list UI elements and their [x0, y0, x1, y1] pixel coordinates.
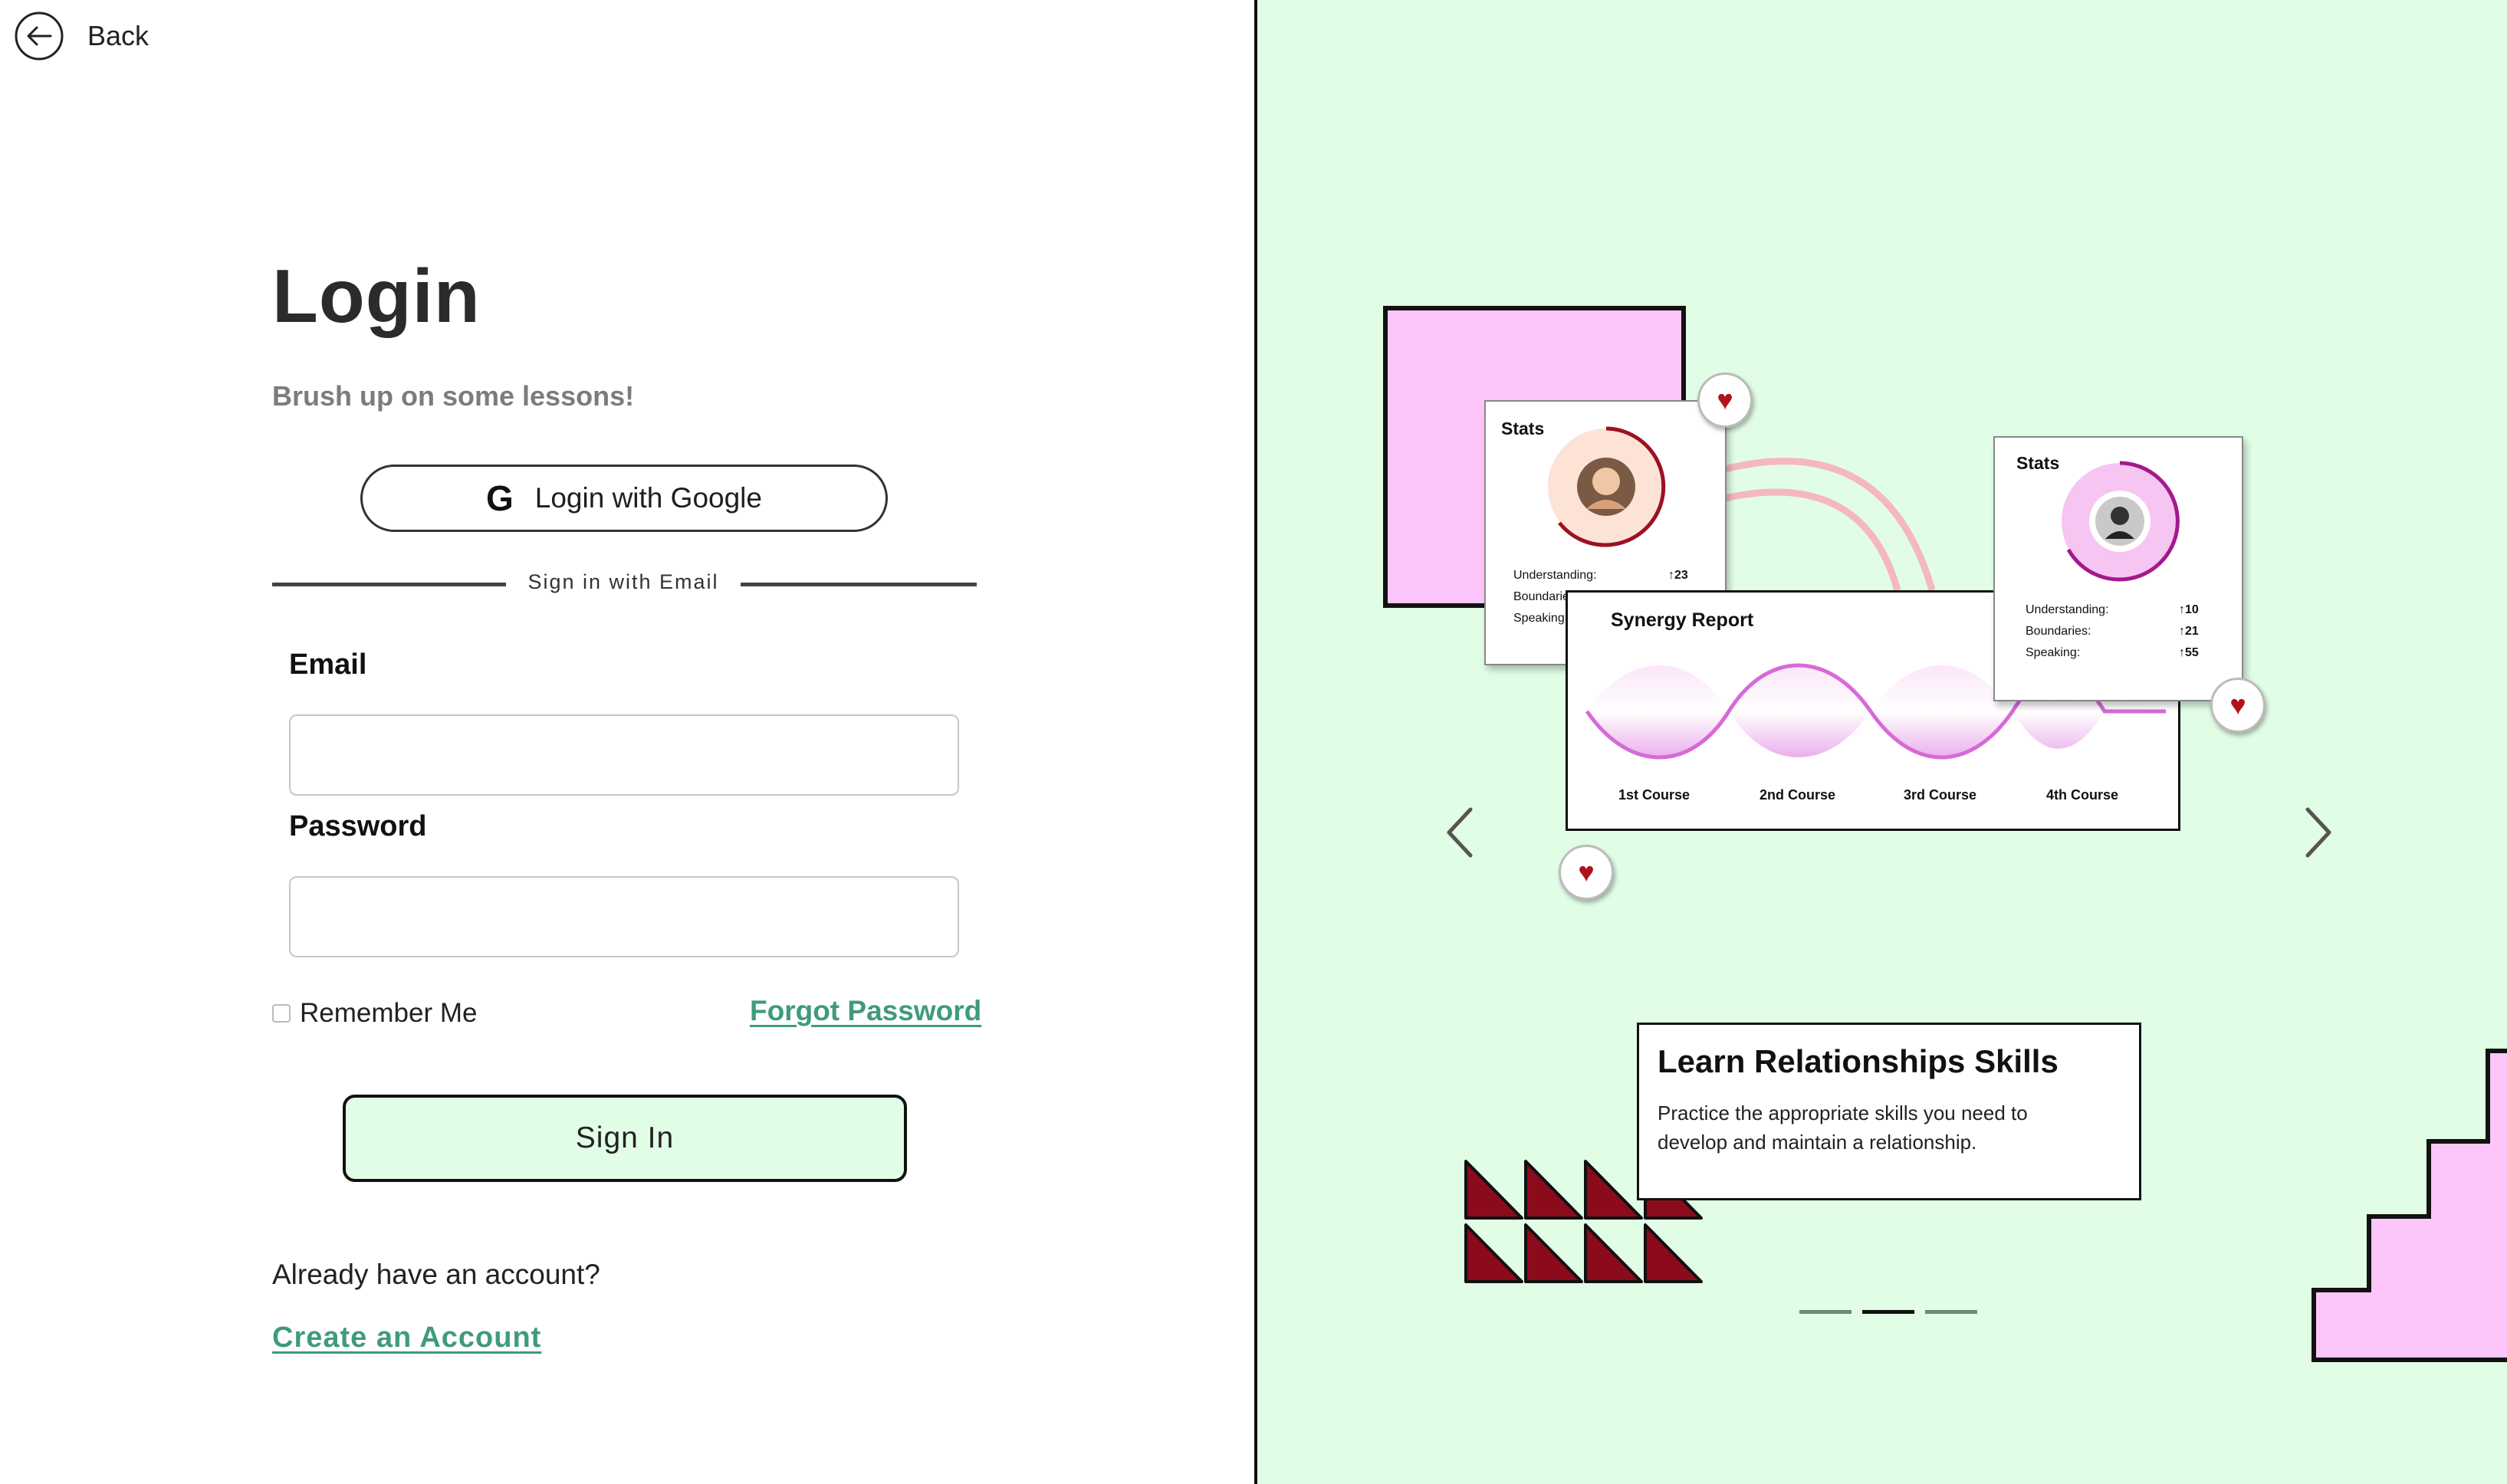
course-label-3: 3rd Course [1904, 787, 1977, 803]
heart-icon: ♥ [1697, 373, 1753, 428]
carousel-indicator-1[interactable] [1799, 1310, 1852, 1314]
remember-me-checkbox[interactable] [272, 1004, 291, 1023]
synergy-report-title: Synergy Report [1611, 609, 1754, 631]
stats-card-2-title: Stats [2016, 453, 2060, 473]
email-field[interactable] [289, 714, 959, 796]
remember-me-label: Remember Me [300, 998, 478, 1028]
create-account-link[interactable]: Create an Account [272, 1321, 541, 1354]
login-panel: Back Login Brush up on some lessons! G L… [0, 0, 1254, 1484]
back-label: Back [87, 20, 150, 51]
sign-in-button[interactable]: Sign In [343, 1095, 907, 1182]
stats-2-boundaries-label: Boundaries: [2026, 625, 2091, 638]
password-label: Password [289, 810, 427, 842]
google-icon: G [486, 478, 514, 518]
pink-staircase [2312, 1049, 2507, 1362]
stats-card-1-title: Stats [1501, 419, 1545, 438]
stats-1-speaking-label: Speaking: [1513, 612, 1569, 625]
stats-2-speaking-value: ↑55 [2179, 646, 2199, 659]
ring-inner [1724, 488, 1901, 592]
heart-icon: ♥ [1559, 845, 1614, 900]
google-login-label: Login with Google [534, 482, 762, 514]
divider-label: Sign in with Email [527, 570, 719, 593]
page-title: Login [272, 254, 481, 338]
feature-card: Learn Relationships Skills Practice the … [1637, 1023, 2141, 1200]
avatar-ring-2 [2062, 461, 2180, 582]
heart-icon: ♥ [2210, 678, 2266, 733]
divider-line-left [272, 583, 506, 586]
carousel-next-icon[interactable] [2295, 802, 2341, 863]
page-subtitle: Brush up on some lessons! [272, 380, 635, 412]
remember-me: Remember Me [272, 998, 477, 1029]
feature-title: Learn Relationships Skills [1658, 1043, 2058, 1079]
showcase-panel: Stats Understanding: ↑23 Boundaries: Spe… [1257, 0, 2507, 1484]
course-label-2: 2nd Course [1760, 787, 1836, 803]
feature-description: Practice the appropriate skills you need… [1658, 1102, 2028, 1154]
carousel-indicator-3[interactable] [1925, 1310, 1977, 1314]
course-label-4: 4th Course [2046, 787, 2119, 803]
password-field[interactable] [289, 876, 959, 957]
ring-outer [1723, 458, 1936, 592]
carousel-indicator-2[interactable] [1862, 1310, 1914, 1314]
divider-line-right [741, 583, 977, 586]
already-account-text: Already have an account? [272, 1259, 600, 1290]
back-arrow-icon [15, 11, 64, 61]
back-button[interactable]: Back [14, 11, 149, 61]
stats-2-understanding-value: ↑10 [2179, 603, 2199, 616]
stats-2-boundaries-value: ↑21 [2179, 625, 2199, 638]
stats-1-understanding-label: Understanding: [1513, 569, 1597, 582]
avatar-ring-1 [1548, 426, 1666, 547]
google-login-button[interactable]: G Login with Google [360, 465, 888, 532]
stats-2-understanding-label: Understanding: [2026, 603, 2109, 616]
carousel-prev-icon[interactable] [1437, 802, 1483, 863]
email-label: Email [289, 648, 367, 681]
stats-1-understanding-value: ↑23 [1668, 569, 1688, 582]
course-label-1: 1st Course [1618, 787, 1691, 803]
stats-2-speaking-label: Speaking: [2026, 646, 2081, 659]
forgot-password-link[interactable]: Forgot Password [750, 995, 981, 1027]
stats-card-2: Stats Understanding: ↑10 Boundaries: ↑21… [1993, 436, 2243, 701]
